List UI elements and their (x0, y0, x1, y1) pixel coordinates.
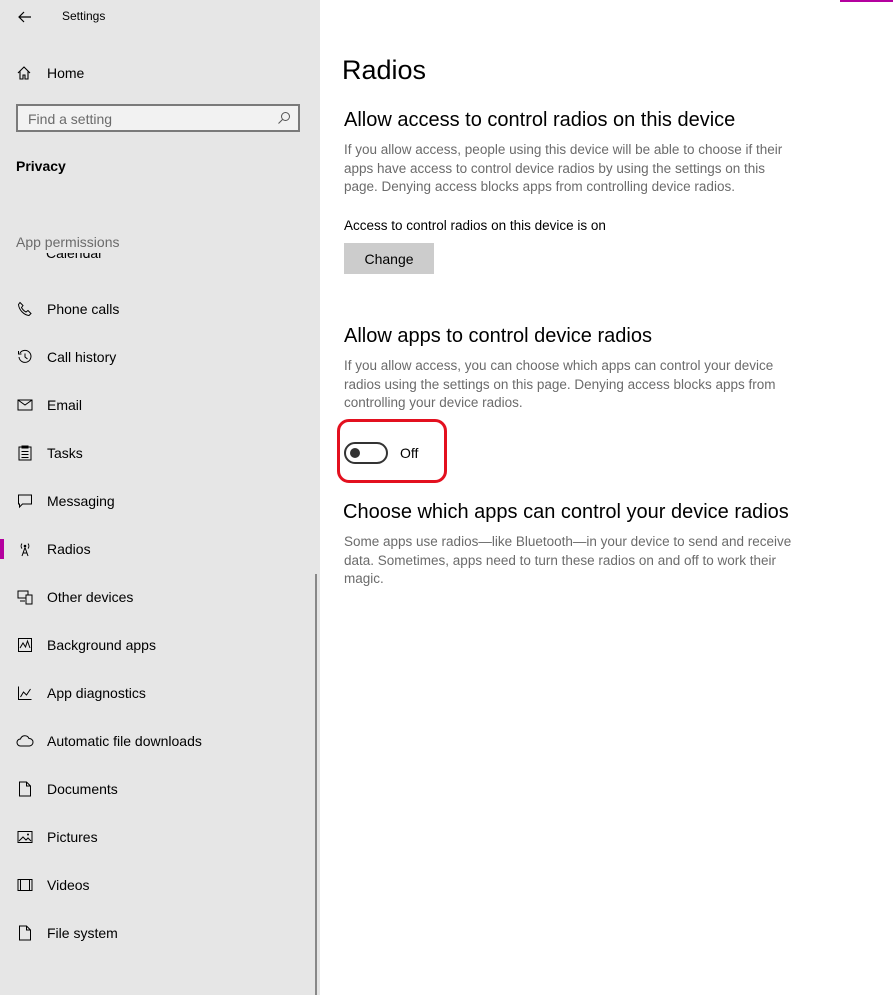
sidebar-item-documents[interactable]: Documents (0, 769, 316, 809)
section-description: If you allow access, people using this d… (344, 142, 783, 194)
sidebar-item-phone-calls[interactable]: Phone calls (0, 289, 316, 329)
sidebar-item-label: Phone calls (47, 301, 120, 317)
sidebar-item-radios[interactable]: Radios (0, 529, 316, 569)
radio-tower-icon (16, 540, 34, 558)
search-input[interactable]: Find a setting (16, 104, 300, 132)
sidebar-item-videos[interactable]: Videos (0, 865, 316, 905)
page-title: Radios (342, 55, 427, 85)
section-description: If you allow access, you can choose whic… (344, 358, 776, 410)
home-icon (17, 66, 31, 80)
section-heading: Choose which apps can control your devic… (343, 501, 789, 523)
mail-icon (16, 396, 34, 414)
sidebar-item-tasks[interactable]: Tasks (0, 433, 316, 473)
sidebar-item-automatic-file-downloads[interactable]: Automatic file downloads (0, 721, 316, 761)
sidebar-item-label: Radios (47, 541, 91, 557)
sidebar-item-other-devices[interactable]: Other devices (0, 577, 316, 617)
section-description: Some apps use radios—like Bluetooth—in y… (344, 534, 792, 586)
sidebar-item-label: Documents (47, 781, 118, 797)
sidebar-item-label: Videos (47, 877, 90, 893)
video-icon (16, 876, 34, 894)
phone-icon (16, 300, 34, 318)
category-title: Privacy (16, 158, 66, 174)
back-arrow-icon (18, 11, 31, 23)
sidebar: Settings Home Find a setting Privacy App… (0, 0, 320, 995)
devices-icon (16, 588, 34, 606)
sidebar-scrollbar[interactable] (315, 574, 317, 995)
sidebar-item-label: File system (47, 925, 118, 941)
nav-list: Calendar Phone calls Call history Email … (0, 253, 316, 995)
change-button[interactable]: Change (344, 243, 434, 274)
history-icon (16, 348, 34, 366)
sidebar-item-background-apps[interactable]: Background apps (0, 625, 316, 665)
sidebar-item-messaging[interactable]: Messaging (0, 481, 316, 521)
section-heading: Allow access to control radios on this d… (344, 109, 736, 131)
highlight-annotation (337, 419, 447, 483)
sidebar-item-file-system[interactable]: File system (0, 913, 316, 953)
sidebar-item-call-history[interactable]: Call history (0, 337, 316, 377)
main-content: Radios Allow access to control radios on… (320, 0, 893, 995)
section-label: App permissions (16, 234, 120, 250)
sidebar-item-app-diagnostics[interactable]: App diagnostics (0, 673, 316, 713)
sidebar-item-label: Background apps (47, 637, 156, 653)
tasks-icon (16, 444, 34, 462)
picture-icon (16, 828, 34, 846)
back-button[interactable] (14, 6, 36, 28)
sidebar-item-label: Call history (47, 349, 117, 365)
cloud-icon (16, 732, 34, 750)
home-link[interactable]: Home (16, 62, 84, 84)
section-heading: Allow apps to control device radios (344, 325, 652, 347)
file-icon (16, 924, 34, 942)
sidebar-item-calendar[interactable]: Calendar (46, 253, 103, 261)
background-apps-icon (16, 636, 34, 654)
access-status-text: Access to control radios on this device … (344, 218, 606, 233)
sidebar-item-email[interactable]: Email (0, 385, 316, 425)
message-icon (16, 492, 34, 510)
sidebar-item-label: Email (47, 397, 83, 413)
search-icon (278, 112, 290, 124)
sidebar-item-label: Messaging (47, 493, 115, 509)
sidebar-item-label: App diagnostics (47, 685, 146, 701)
app-title: Settings (62, 9, 106, 23)
sidebar-item-pictures[interactable]: Pictures (0, 817, 316, 857)
sidebar-item-label: Pictures (47, 829, 98, 845)
sidebar-item-label: Other devices (47, 589, 134, 605)
home-label: Home (47, 65, 85, 81)
sidebar-item-label: Tasks (47, 445, 83, 461)
diagnostics-icon (16, 684, 34, 702)
search-placeholder: Find a setting (28, 111, 113, 127)
document-icon (16, 780, 34, 798)
sidebar-item-label: Automatic file downloads (47, 733, 202, 749)
